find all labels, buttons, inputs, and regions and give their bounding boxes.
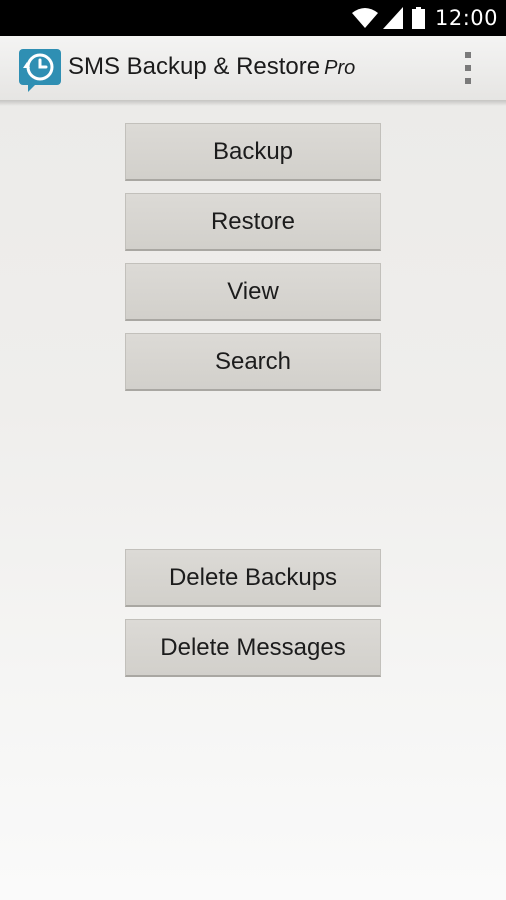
- battery-icon: [411, 7, 425, 29]
- action-bar: SMS Backup & Restore Pro: [0, 36, 506, 101]
- signal-icon: [382, 7, 403, 29]
- delete-messages-button[interactable]: Delete Messages: [125, 619, 381, 677]
- search-button[interactable]: Search: [125, 333, 381, 391]
- delete-backups-button[interactable]: Delete Backups: [125, 549, 381, 607]
- status-icons: 12:00: [351, 0, 498, 36]
- status-time: 12:00: [434, 6, 498, 30]
- view-button[interactable]: View: [125, 263, 381, 321]
- sms-backup-clock-icon: [18, 48, 62, 92]
- app-title-suffix: Pro: [324, 57, 356, 79]
- action-bar-shadow: [0, 101, 506, 106]
- app-title: SMS Backup & Restore Pro: [68, 53, 355, 81]
- wifi-icon: [351, 7, 379, 29]
- app-title-text: SMS Backup & Restore: [68, 53, 321, 80]
- backup-button[interactable]: Backup: [125, 123, 381, 181]
- overflow-dot: [465, 52, 471, 58]
- overflow-dot: [465, 78, 471, 84]
- restore-button[interactable]: Restore: [125, 193, 381, 251]
- status-bar: 12:00: [0, 0, 506, 36]
- overflow-menu-icon[interactable]: [458, 52, 478, 84]
- overflow-dot: [465, 65, 471, 71]
